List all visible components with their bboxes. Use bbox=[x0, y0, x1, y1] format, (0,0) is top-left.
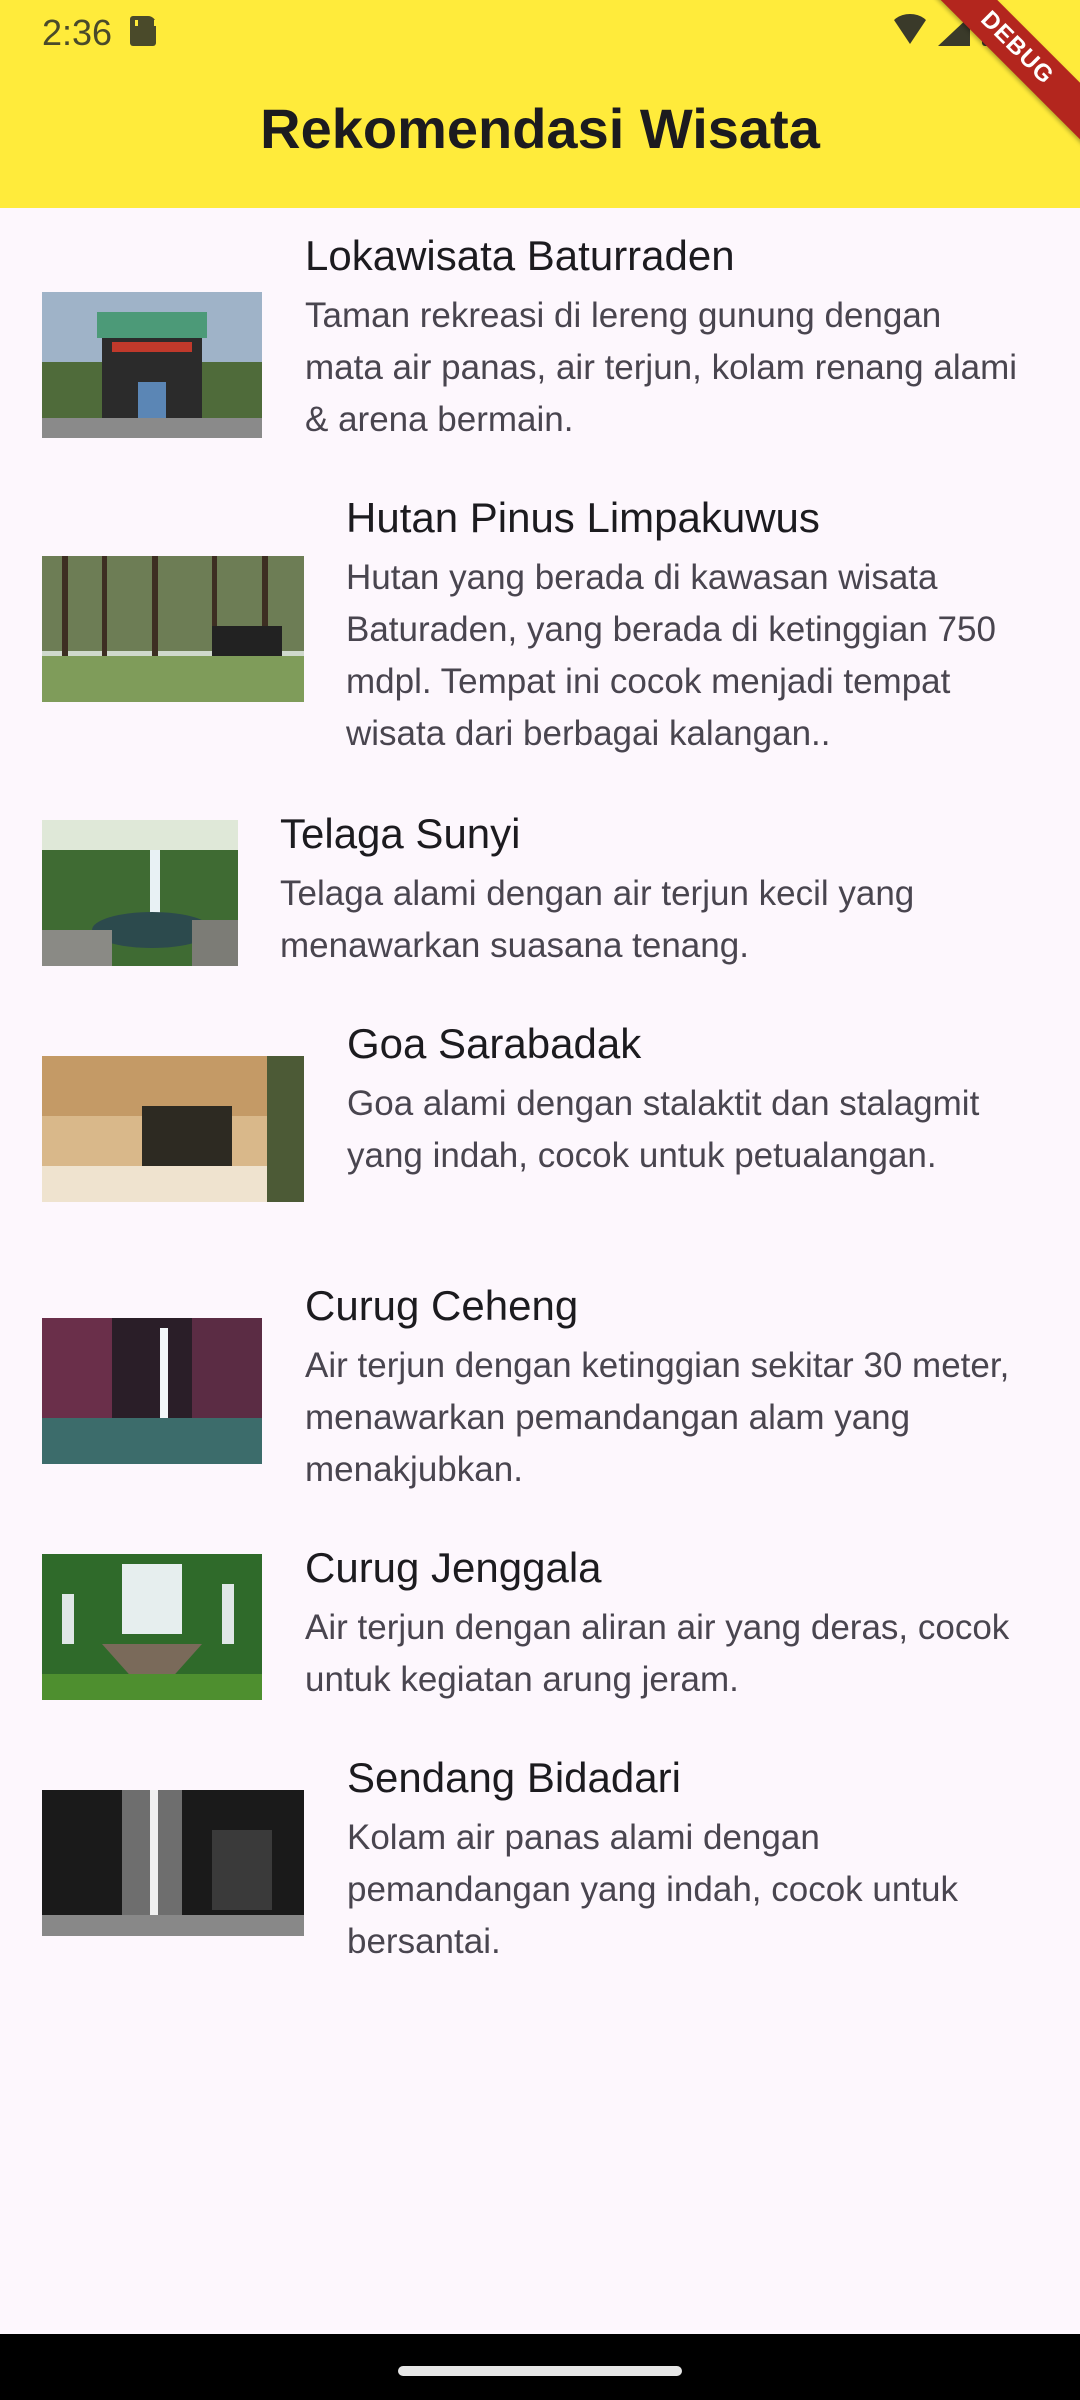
list-item[interactable]: Sendang Bidadari Kolam air panas alami d… bbox=[0, 1754, 1080, 1984]
status-time: 2:36 bbox=[42, 12, 113, 53]
place-description: Telaga alami dengan air terjun kecil yan… bbox=[280, 874, 915, 965]
list-item[interactable]: Lokawisata Baturraden Taman rekreasi di … bbox=[0, 232, 1080, 474]
place-description: Taman rekreasi di lereng gunung dengan m… bbox=[305, 296, 1018, 439]
list-item[interactable]: Curug Jenggala Air terjun dengan aliran … bbox=[0, 1544, 1080, 1720]
list-item[interactable]: Telaga Sunyi Telaga alami dengan air ter… bbox=[0, 810, 1080, 986]
place-title: Goa Sarabadak bbox=[347, 1020, 642, 1067]
system-nav-bar bbox=[0, 2334, 1080, 2400]
app-bar: 2:36 DEBUG Rekomendasi Wisata bbox=[0, 0, 1080, 208]
home-gesture-handle[interactable] bbox=[398, 2366, 682, 2376]
place-description: Kolam air panas alami dengan pemandangan… bbox=[347, 1818, 959, 1961]
list-item[interactable]: Hutan Pinus Limpakuwus Hutan yang berada… bbox=[0, 494, 1080, 774]
place-description: Goa alami dengan stalaktit dan stalagmit… bbox=[347, 1084, 980, 1175]
place-image bbox=[42, 556, 304, 702]
page-title: Rekomendasi Wisata bbox=[260, 97, 820, 160]
place-description: Air terjun dengan aliran air yang deras,… bbox=[305, 1608, 1010, 1699]
place-image bbox=[42, 820, 238, 966]
place-title: Curug Jenggala bbox=[305, 1544, 602, 1591]
place-image bbox=[42, 1056, 304, 1202]
place-title: Telaga Sunyi bbox=[280, 810, 521, 857]
place-title: Lokawisata Baturraden bbox=[305, 232, 735, 279]
place-image bbox=[42, 1790, 304, 1936]
list-item[interactable]: Goa Sarabadak Goa alami dengan stalaktit… bbox=[0, 1020, 1080, 1250]
wifi-icon bbox=[890, 14, 930, 44]
place-description: Air terjun dengan ketinggian sekitar 30 … bbox=[305, 1346, 1010, 1489]
place-image bbox=[42, 1554, 262, 1700]
sd-card-icon bbox=[130, 16, 157, 46]
list-item[interactable]: Curug Ceheng Air terjun dengan ketinggia… bbox=[0, 1282, 1080, 1512]
place-title: Curug Ceheng bbox=[305, 1282, 579, 1329]
place-title: Hutan Pinus Limpakuwus bbox=[346, 494, 820, 541]
place-title: Sendang Bidadari bbox=[347, 1754, 681, 1801]
place-image bbox=[42, 292, 262, 438]
place-image bbox=[42, 1318, 262, 1464]
place-description: Hutan yang berada di kawasan wisata Batu… bbox=[346, 558, 996, 753]
